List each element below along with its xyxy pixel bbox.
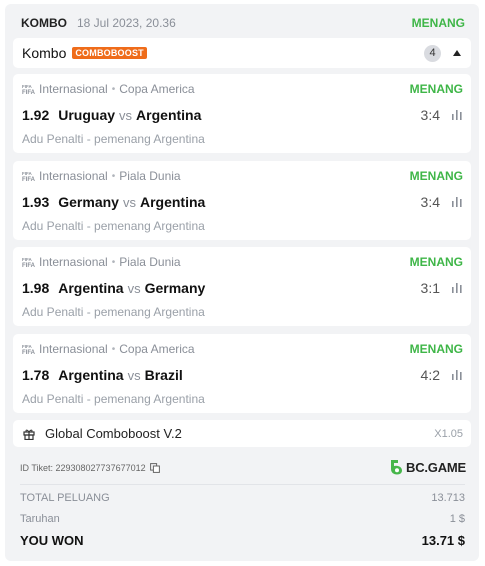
team-home: Germany	[58, 194, 119, 210]
team-away: Argentina	[136, 107, 202, 123]
team-away: Argentina	[139, 194, 206, 210]
stats-icon[interactable]	[451, 369, 463, 381]
match-league: Copa America	[119, 82, 195, 96]
separator-dot: •	[111, 343, 116, 355]
vs-label: vs	[122, 194, 136, 210]
svg-text:FIFA: FIFA	[22, 90, 35, 95]
svg-text:FIFA: FIFA	[22, 84, 32, 89]
winnings-value: 13.71 $	[421, 532, 465, 548]
match-card[interactable]: FIFA FIFA Internasional • Piala Dunia MEN…	[13, 247, 471, 326]
svg-text:FIFA: FIFA	[22, 350, 35, 355]
bet-type-title: KOMBO	[21, 16, 67, 30]
kombo-label: Kombo	[22, 45, 67, 61]
svg-text:FIFA: FIFA	[22, 263, 35, 268]
team-home: Argentina	[58, 280, 124, 296]
match-category: Internasional	[39, 169, 108, 183]
bet-header: KOMBO 18 Jul 2023, 20.36 MENANG	[21, 14, 465, 32]
winnings-row: YOU WON 13.71 $	[20, 532, 465, 548]
svg-text:FIFA: FIFA	[22, 344, 32, 349]
bcgame-logo-icon	[391, 460, 402, 475]
collapse-caret-icon[interactable]	[453, 50, 461, 56]
stats-icon[interactable]	[451, 196, 463, 208]
match-odds: 1.78	[22, 367, 50, 383]
ticket-id: ID Tiket: 229308027737677012	[20, 463, 160, 473]
svg-text:FIFA: FIFA	[22, 171, 32, 176]
fifa-icon: FIFAFIFA	[22, 84, 35, 95]
match-score: 4:2	[420, 367, 440, 383]
bet-card: KOMBO 18 Jul 2023, 20.36 MENANG Kombo CO…	[5, 4, 479, 561]
match-category: Internasional	[39, 255, 108, 269]
match-status: MENANG	[409, 342, 463, 356]
match-market: Adu Penalti - pemenang Argentina	[22, 305, 205, 319]
match-card[interactable]: FIFA FIFA Internasional • Piala Dunia MEN…	[13, 161, 471, 240]
match-market: Adu Penalti - pemenang Argentina	[22, 219, 205, 233]
team-away: Brazil	[144, 367, 183, 383]
match-card[interactable]: FIFA FIFA Internasional • Copa America ME…	[13, 74, 471, 153]
brand-name: BC.GAME	[406, 459, 466, 475]
stats-icon[interactable]	[451, 109, 463, 121]
team-home: Uruguay	[58, 107, 116, 123]
gift-icon	[23, 429, 35, 440]
fifa-icon: FIFAFIFA	[22, 344, 35, 355]
bet-status: MENANG	[411, 16, 465, 30]
winnings-label: YOU WON	[20, 532, 84, 548]
match-category: Internasional	[39, 342, 108, 356]
ticket-id-text: ID Tiket: 229308027737677012	[20, 463, 146, 473]
match-market: Adu Penalti - pemenang Argentina	[22, 392, 205, 406]
vs-label: vs	[119, 107, 133, 123]
match-score: 3:4	[420, 194, 440, 210]
svg-text:FIFA: FIFA	[22, 257, 32, 262]
match-score: 3:4	[420, 107, 440, 123]
stake-value: 1 $	[449, 513, 465, 525]
bcgame-logo: BC.GAME	[389, 459, 466, 475]
separator-dot: •	[111, 256, 116, 268]
match-odds: 1.98	[22, 280, 50, 296]
match-category: Internasional	[39, 82, 108, 96]
boost-multiplier: X1.05	[434, 427, 463, 440]
match-card[interactable]: FIFA FIFA Internasional • Copa America ME…	[13, 334, 471, 413]
match-league: Copa America	[119, 342, 195, 356]
svg-text:FIFA: FIFA	[22, 177, 35, 182]
match-league: Piala Dunia	[119, 255, 181, 269]
divider	[20, 484, 465, 485]
match-odds: 1.93	[22, 194, 50, 210]
global-comboboost-row: Global Comboboost V.2 X1.05	[13, 420, 471, 447]
team-away: Germany	[144, 280, 206, 296]
copy-icon[interactable]	[149, 463, 160, 473]
bet-date: 18 Jul 2023, 20.36	[77, 16, 176, 30]
match-odds: 1.92	[22, 107, 50, 123]
match-league: Piala Dunia	[119, 169, 181, 183]
separator-dot: •	[111, 83, 116, 95]
match-status: MENANG	[409, 255, 463, 269]
fifa-icon: FIFAFIFA	[22, 257, 35, 268]
match-status: MENANG	[409, 82, 463, 96]
fifa-icon: FIFAFIFA	[22, 171, 35, 182]
match-market: Adu Penalti - pemenang Argentina	[22, 132, 205, 146]
kombo-toggle[interactable]: Kombo COMBOBOOST 4	[13, 38, 471, 68]
global-comboboost-label: Global Comboboost V.2	[45, 426, 182, 441]
stake-row: Taruhan 1 $	[20, 511, 465, 527]
stats-icon[interactable]	[451, 282, 463, 294]
match-status: MENANG	[409, 169, 463, 183]
total-odds-row: TOTAL PELUANG 13.713	[20, 490, 465, 506]
match-score: 3:1	[420, 280, 440, 296]
total-odds-label: TOTAL PELUANG	[20, 492, 110, 504]
separator-dot: •	[111, 170, 116, 182]
vs-label: vs	[127, 367, 141, 383]
team-home: Argentina	[58, 367, 124, 383]
comboboost-badge: COMBOBOOST	[72, 47, 147, 59]
total-odds-value: 13.713	[431, 492, 465, 504]
vs-label: vs	[127, 280, 141, 296]
stake-label: Taruhan	[20, 513, 60, 525]
selection-count-badge: 4	[424, 44, 441, 62]
